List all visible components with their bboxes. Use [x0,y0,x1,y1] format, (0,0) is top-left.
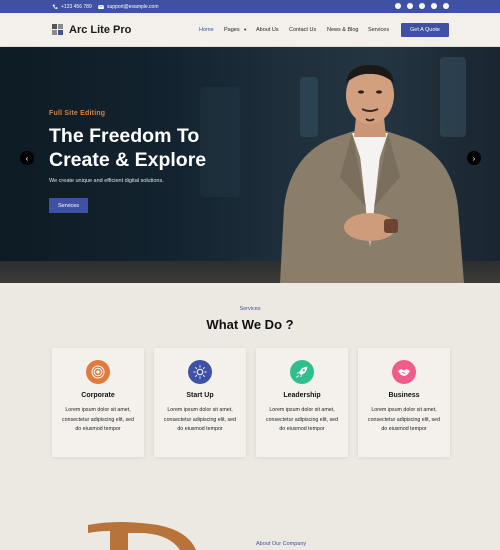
slider-next-button[interactable]: › [467,151,481,165]
nav-services[interactable]: Services [368,27,389,33]
email-text: support@example.com [107,3,159,10]
services-eyebrow: Services [239,306,261,312]
service-card-corporate[interactable]: Corporate Lorem ipsum dolor sit amet, co… [52,348,144,457]
handshake-icon [392,360,416,384]
chevron-down-icon: ▼ [243,27,248,32]
hero-eyebrow: Full Site Editing [49,110,106,117]
dribbble-icon[interactable] [443,3,449,9]
service-card-text: Lorem ipsum dolor sit amet, consectetur … [163,407,237,432]
nav-about-us[interactable]: About Us [256,27,279,33]
hero-subtitle: We create unique and efficient digital s… [49,178,164,184]
phone-icon [52,4,58,10]
about-decorative-letter [88,521,198,550]
hero-slider: Full Site Editing The Freedom To Create … [0,47,500,283]
site-header: Arc Lite Pro Home Pages ▼ About Us Conta… [0,13,500,47]
chevron-right-icon: › [472,153,476,163]
nav-pages[interactable]: Pages ▼ [224,27,247,33]
nav-home[interactable]: Home [199,27,214,33]
service-card-title: Start Up [186,392,214,399]
service-card-business[interactable]: Business Lorem ipsum dolor sit amet, con… [358,348,450,457]
logo-icon[interactable] [52,24,64,36]
facebook-icon[interactable] [395,3,401,9]
instagram-icon[interactable] [431,3,437,9]
service-card-start-up[interactable]: Start Up Lorem ipsum dolor sit amet, con… [154,348,246,457]
email-contact[interactable]: support@example.com [98,0,159,13]
service-card-text: Lorem ipsum dolor sit amet, consectetur … [61,407,135,432]
hero-title-line-2: Create & Explore [49,149,207,171]
phone-contact[interactable]: +123 456 789 [52,0,92,13]
about-eyebrow: About Our Company [256,541,307,547]
sun-icon [188,360,212,384]
rocket-icon [290,360,314,384]
hero-person-image [280,65,464,283]
chevron-left-icon: ‹ [25,153,29,163]
get-a-quote-button[interactable]: Get A Quote [401,23,449,37]
hero-services-button[interactable]: Services [49,198,88,213]
nav-contact-us[interactable]: Contact Us [289,27,316,33]
service-card-leadership[interactable]: Leadership Lorem ipsum dolor sit amet, c… [256,348,348,457]
service-card-title: Corporate [81,392,115,399]
site-logo-text[interactable]: Arc Lite Pro [69,24,131,36]
target-icon [86,360,110,384]
social-links [395,3,449,9]
phone-text: +123 456 789 [61,3,92,10]
hero-title-line-1: The Freedom To [49,125,200,147]
service-card-text: Lorem ipsum dolor sit amet, consectetur … [265,407,339,432]
slider-prev-button[interactable]: ‹ [20,151,34,165]
top-bar: +123 456 789 support@example.com [0,0,500,13]
nav-pages-label: Pages [224,27,240,33]
email-icon [98,4,104,10]
service-card-text: Lorem ipsum dolor sit amet, consectetur … [367,407,441,432]
service-card-title: Business [388,392,420,399]
youtube-icon[interactable] [419,3,425,9]
services-title: What We Do ? [206,317,294,332]
service-card-title: Leadership [283,392,321,399]
twitter-icon[interactable] [407,3,413,9]
nav-news-blog[interactable]: News & Blog [327,27,359,33]
hero-title: The Freedom To Create & Explore [49,124,206,172]
